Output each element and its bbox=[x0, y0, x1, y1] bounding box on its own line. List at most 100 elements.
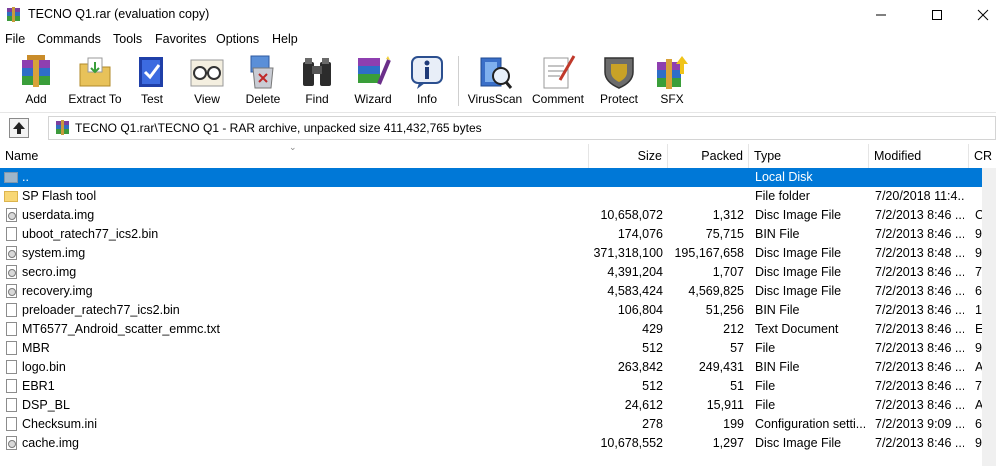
disc-image-icon bbox=[6, 246, 17, 260]
wizard-label: Wizard bbox=[354, 92, 392, 106]
disc-image-icon bbox=[6, 284, 17, 298]
find-button[interactable]: Find bbox=[297, 52, 337, 110]
toolbar: Add Extract To Test View Delete Find Wiz… bbox=[0, 50, 996, 113]
file-modified: 7/2/2013 9:09 ... bbox=[875, 417, 964, 431]
menu-commands[interactable]: Commands bbox=[37, 32, 101, 46]
toolbar-separator bbox=[458, 56, 459, 106]
test-button[interactable]: Test bbox=[132, 52, 172, 110]
file-icon bbox=[6, 360, 17, 374]
file-row[interactable]: secro.img 4,391,204 1,707 Disc Image File 7/… bbox=[0, 263, 996, 282]
file-packed-size: 75,715 bbox=[705, 227, 744, 241]
up-folder-button[interactable] bbox=[9, 118, 29, 138]
virusscan-label: VirusScan bbox=[467, 92, 523, 106]
close-button[interactable] bbox=[960, 0, 996, 30]
column-header-crc[interactable]: CR bbox=[969, 144, 996, 168]
delete-button[interactable]: Delete bbox=[243, 52, 283, 110]
file-packed-size: 195,167,658 bbox=[674, 246, 744, 260]
address-bar: TECNO Q1.rar\TECNO Q1 - RAR archive, unp… bbox=[0, 114, 996, 142]
column-header-modified[interactable]: Modified bbox=[869, 144, 969, 168]
file-size: 106,804 bbox=[617, 303, 663, 317]
info-icon bbox=[411, 56, 443, 89]
file-size: 429 bbox=[642, 322, 663, 336]
file-type: File bbox=[755, 379, 776, 393]
sfx-button[interactable]: SFX bbox=[652, 52, 692, 110]
sfx-label: SFX bbox=[660, 92, 684, 106]
file-row[interactable]: MT6577_Android_scatter_emmc.txt 429 212 Tex… bbox=[0, 320, 996, 339]
file-modified: 7/2/2013 8:46 ... bbox=[875, 322, 964, 336]
view-button[interactable]: View bbox=[187, 52, 227, 110]
file-modified: 7/2/2013 8:46 ... bbox=[875, 227, 964, 241]
file-packed-size: 1,312 bbox=[712, 208, 744, 222]
extract-to-button[interactable]: Extract To bbox=[66, 52, 124, 110]
file-row[interactable]: cache.img 10,678,552 1,297 Disc Image File 7… bbox=[0, 434, 996, 453]
file-name: recovery.img bbox=[22, 284, 93, 298]
winrar-app-icon bbox=[7, 7, 20, 22]
file-type: Text Document bbox=[755, 322, 839, 336]
vertical-scrollbar[interactable] bbox=[982, 168, 996, 466]
file-name: uboot_ratech77_ics2.bin bbox=[22, 227, 159, 241]
folder-icon bbox=[4, 191, 18, 202]
file-row[interactable]: DSP_BL24,61215,911File7/2/2013 8:46 ...A… bbox=[0, 396, 996, 415]
file-packed-size: 199 bbox=[723, 417, 744, 431]
file-list: .. Local Disk SP Flash tool File folder 7/20… bbox=[0, 168, 996, 466]
file-size: 278 bbox=[642, 417, 663, 431]
file-name: secro.img bbox=[22, 265, 77, 279]
file-row[interactable]: SP Flash tool File folder 7/20/2018 11:4..… bbox=[0, 187, 996, 206]
info-button[interactable]: Info bbox=[407, 52, 447, 110]
file-type: Disc Image File bbox=[755, 284, 842, 298]
file-name: Checksum.ini bbox=[22, 417, 98, 431]
menu-tools[interactable]: Tools bbox=[113, 32, 142, 46]
file-name: userdata.img bbox=[22, 208, 95, 222]
file-size bbox=[590, 187, 663, 206]
maximize-button[interactable] bbox=[914, 0, 960, 30]
file-modified: 7/2/2013 8:46 ... bbox=[875, 341, 964, 355]
file-row[interactable]: Checksum.ini 278 199 Configuration setti...… bbox=[0, 415, 996, 434]
file-row[interactable]: userdata.img 10,658,072 1,312 Disc Image Fi… bbox=[0, 206, 996, 225]
file-type: Local Disk bbox=[755, 170, 813, 184]
protect-label: Protect bbox=[599, 92, 638, 106]
file-type: Disc Image File bbox=[755, 436, 842, 450]
menu-help[interactable]: Help bbox=[272, 32, 298, 46]
file-type: Disc Image File bbox=[755, 246, 842, 260]
add-button[interactable]: Add bbox=[12, 52, 60, 110]
virusscan-button[interactable]: VirusScan bbox=[467, 52, 523, 110]
file-row[interactable]: system.img 371,318,100 195,167,658 Disc Ima… bbox=[0, 244, 996, 263]
file-packed-size: 4,569,825 bbox=[688, 284, 744, 298]
delete-label: Delete bbox=[245, 92, 281, 106]
comment-button[interactable]: Comment bbox=[529, 52, 587, 110]
file-row[interactable]: .. Local Disk bbox=[0, 168, 996, 187]
file-icon bbox=[6, 322, 17, 336]
file-name: cache.img bbox=[22, 436, 79, 450]
file-size: 371,318,100 bbox=[593, 246, 663, 260]
column-header-type[interactable]: Type bbox=[749, 144, 869, 168]
file-size: 174,076 bbox=[617, 227, 663, 241]
file-packed-size: 57 bbox=[730, 341, 744, 355]
protect-button[interactable]: Protect bbox=[597, 52, 641, 110]
file-row[interactable]: uboot_ratech77_ics2.bin 174,076 75,715 BIN … bbox=[0, 225, 996, 244]
wizard-button[interactable]: Wizard bbox=[351, 52, 395, 110]
file-name: MBR bbox=[22, 341, 50, 355]
menu-file[interactable]: File bbox=[5, 32, 25, 46]
column-header-size[interactable]: Size bbox=[589, 144, 668, 168]
sfx-box-icon bbox=[657, 56, 688, 89]
file-icon bbox=[6, 417, 17, 431]
file-row[interactable]: EBR151251File7/2/2013 8:46 ...7A0 bbox=[0, 377, 996, 396]
find-label: Find bbox=[305, 92, 329, 106]
file-packed-size: 249,431 bbox=[698, 360, 744, 374]
column-header-packed[interactable]: Packed bbox=[668, 144, 749, 168]
menu-favorites[interactable]: Favorites bbox=[155, 32, 206, 46]
file-row[interactable]: preloader_ratech77_ics2.bin 106,804 51,256… bbox=[0, 301, 996, 320]
file-row[interactable]: recovery.img 4,583,424 4,569,825 Disc Image… bbox=[0, 282, 996, 301]
address-field[interactable]: TECNO Q1.rar\TECNO Q1 - RAR archive, unp… bbox=[48, 116, 996, 140]
file-name: .. bbox=[22, 170, 29, 184]
file-name: logo.bin bbox=[22, 360, 66, 374]
view-glasses-icon bbox=[190, 59, 224, 87]
virusscan-icon bbox=[480, 57, 513, 89]
minimize-icon bbox=[876, 14, 886, 16]
file-modified: 7/2/2013 8:46 ... bbox=[875, 284, 964, 298]
menu-options[interactable]: Options bbox=[216, 32, 259, 46]
file-row[interactable]: MBR51257File7/2/2013 8:46 ...958 bbox=[0, 339, 996, 358]
minimize-button[interactable] bbox=[858, 0, 904, 30]
file-packed-size: 1,297 bbox=[712, 436, 744, 450]
file-row[interactable]: logo.bin 263,842 249,431 BIN File 7/2/2013 8… bbox=[0, 358, 996, 377]
